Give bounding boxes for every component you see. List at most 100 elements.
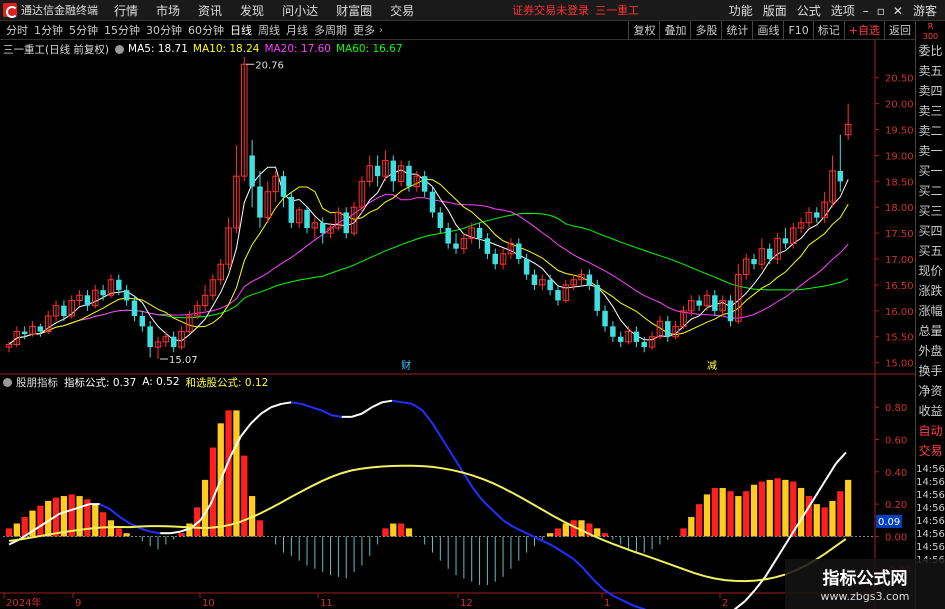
indicator-bar-up — [813, 504, 820, 537]
sidebar-item[interactable]: 买二 — [916, 181, 945, 201]
x-tick-label: 2 — [722, 598, 728, 609]
candle-body — [429, 191, 436, 213]
indicator-main-line — [814, 479, 827, 497]
indicator-main-line — [402, 401, 413, 405]
indicator-main-line — [572, 558, 585, 570]
sidebar-item[interactable]: 卖四 — [916, 81, 945, 101]
candle-body — [476, 227, 483, 239]
indicator-main-line — [371, 401, 383, 409]
menu-bar: 通达信金融终端 行情 市场 资讯 发现 问小达 财富圈 交易 证券交易未登录 三… — [0, 0, 945, 21]
indicator-bar-up — [829, 500, 836, 537]
guest-user[interactable]: 游客 — [913, 2, 937, 19]
sidebar-item[interactable]: 现价 — [916, 261, 945, 281]
sidebar-item[interactable]: 总量 — [916, 321, 945, 341]
sidebar-time: 14:56 — [916, 490, 945, 501]
menu-options[interactable]: 选项 — [831, 2, 855, 19]
sidebar-item[interactable]: 卖二 — [916, 121, 945, 141]
price-tick-label: 16.50 — [885, 281, 914, 292]
indicator-main-line — [411, 403, 423, 412]
candle-body — [249, 155, 255, 187]
candle-body — [116, 279, 122, 291]
x-tick-label: 1 — [604, 598, 610, 609]
sidebar-time: 14:56 — [916, 529, 945, 540]
candle-body — [131, 300, 138, 317]
indicator-main-line — [421, 409, 434, 424]
ma60-line — [8, 212, 849, 345]
indicator-main-line — [291, 401, 302, 405]
indicator-bar-up — [837, 491, 844, 537]
watermark: 指标公式网 www.zbgs3.com — [785, 559, 945, 609]
indicator-main-line — [119, 516, 131, 525]
candle-body — [516, 243, 522, 260]
menu-trade[interactable]: 交易 — [390, 2, 414, 19]
candle-body — [782, 238, 789, 244]
sidebar-item[interactable]: 收益 — [916, 401, 945, 421]
indicator-bar-up — [766, 479, 773, 537]
menu-ask[interactable]: 问小达 — [282, 2, 318, 19]
close-icon[interactable]: ✕ — [893, 4, 903, 18]
menu-quotes[interactable]: 行情 — [114, 2, 138, 19]
indicator-bar-up — [735, 496, 742, 537]
candle-body — [421, 176, 428, 192]
trade-login-notice[interactable]: 证券交易未登录 — [512, 2, 589, 18]
indicator-main-line — [451, 455, 464, 473]
sidebar-item[interactable]: 买一 — [916, 161, 945, 181]
sidebar-r-num: 300 — [922, 32, 939, 41]
minimize-icon[interactable]: – — [863, 4, 869, 18]
sidebar-item[interactable]: 卖五 — [916, 61, 945, 81]
candle-body — [257, 186, 263, 218]
candle-body — [100, 290, 106, 296]
sidebar-item[interactable]: 卖三 — [916, 101, 945, 121]
sidebar-item[interactable]: 净资 — [916, 381, 945, 401]
menu-formula[interactable]: 公式 — [797, 2, 821, 19]
ind-tick-label: 0.20 — [885, 500, 907, 511]
indicator-main-line — [139, 527, 151, 533]
indicator-bar-up — [703, 494, 711, 537]
sidebar-item[interactable]: 卖一 — [916, 141, 945, 161]
indicator-main-line — [281, 401, 292, 405]
indicator-main-line — [381, 399, 393, 404]
sidebar-item[interactable]: 涨幅 — [916, 301, 945, 321]
sidebar-item[interactable]: 换手 — [916, 361, 945, 381]
candle-body — [170, 336, 177, 348]
price-tick-label: 16.00 — [885, 307, 914, 318]
menu-function[interactable]: 功能 — [729, 2, 753, 19]
x-tick-label: 2024年 — [6, 596, 41, 609]
indicator-bar-up — [845, 479, 852, 537]
candle-body — [641, 341, 647, 348]
stock-name-title: 三一重工 — [595, 4, 640, 17]
menu-discover[interactable]: 发现 — [240, 2, 264, 19]
sidebar-item[interactable]: 委比 — [916, 41, 945, 61]
sidebar-item[interactable]: 买三 — [916, 201, 945, 221]
app-logo-icon — [3, 3, 18, 18]
sidebar-item[interactable]: 自动 — [916, 421, 945, 441]
menu-market[interactable]: 市场 — [156, 2, 180, 19]
indicator-bar-up — [115, 528, 122, 537]
sidebar-item[interactable]: 买四 — [916, 221, 945, 241]
menu-wealth[interactable]: 财富圈 — [336, 2, 372, 19]
stock-chart[interactable]: 20.5020.0019.5019.0018.5018.0017.5017.00… — [0, 21, 915, 609]
maximize-icon[interactable]: ▫ — [877, 4, 885, 18]
indicator-main-line — [552, 545, 565, 554]
indicator-bar-up — [688, 517, 695, 537]
price-tick-label: 15.50 — [885, 333, 914, 344]
menu-layout[interactable]: 版面 — [763, 2, 787, 19]
indicator-main-line — [270, 402, 282, 409]
indicator-bar-up — [382, 528, 389, 537]
candle-body — [633, 331, 640, 342]
candle-body — [406, 165, 412, 187]
sidebar-item[interactable]: 外盘 — [916, 341, 945, 361]
indicator-main-line — [744, 589, 756, 602]
sidebar-item[interactable]: 买五 — [916, 241, 945, 261]
candle-body — [84, 295, 91, 306]
indicator-bar-up — [758, 481, 766, 537]
menu-news[interactable]: 资讯 — [198, 2, 222, 19]
sidebar-time: 14:56 — [916, 464, 945, 475]
candle-body — [837, 170, 844, 182]
indicator-bar-up — [821, 507, 828, 537]
sidebar-item[interactable]: 涨跌 — [916, 281, 945, 301]
price-tick-label: 18.50 — [885, 177, 914, 188]
indicator-bar-up — [774, 478, 781, 537]
sidebar-item[interactable]: 交易 — [916, 441, 945, 461]
indicator-bar-up — [554, 528, 562, 537]
